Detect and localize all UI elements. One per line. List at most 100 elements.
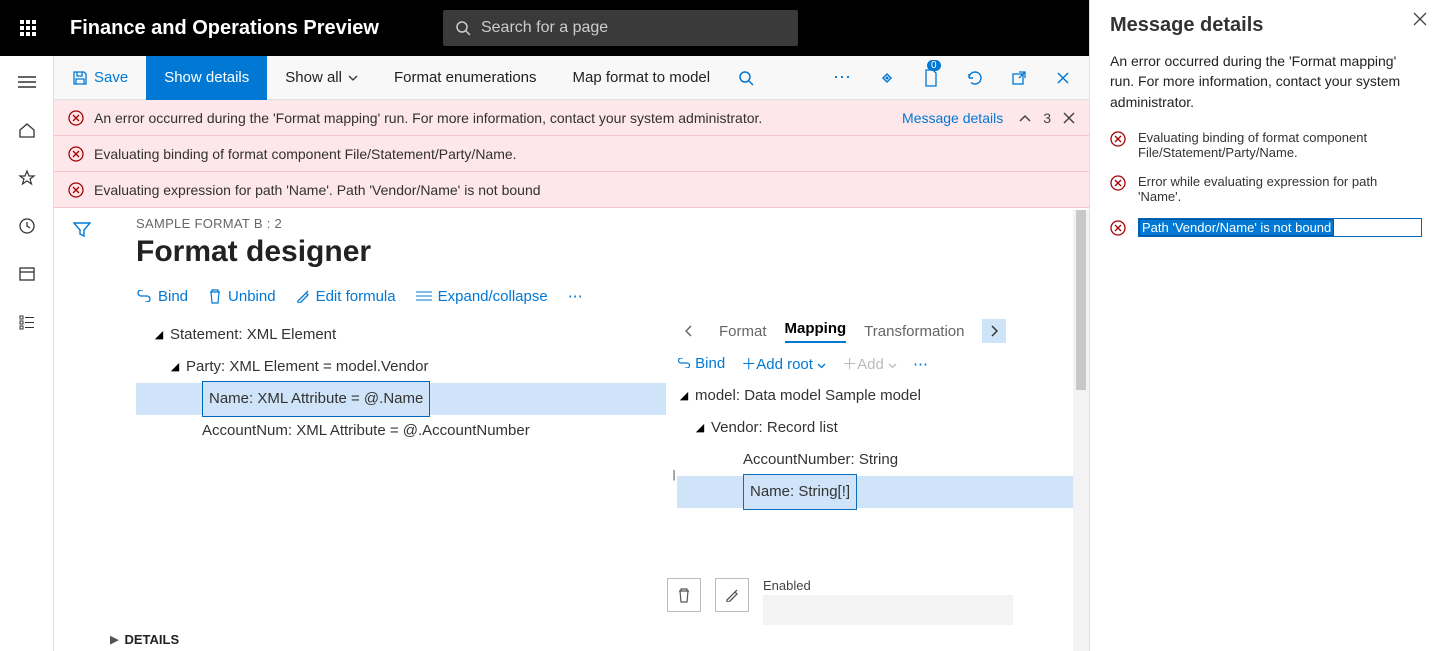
error-row-2[interactable]: Error while evaluating expression for pa… <box>1110 174 1423 204</box>
bind-label: Bind <box>695 355 725 372</box>
document-icon <box>923 69 939 87</box>
pencil-icon <box>296 289 310 303</box>
add-root-label: Add root <box>756 356 813 373</box>
home-button[interactable] <box>13 116 41 144</box>
add-button: ＋Add <box>842 353 897 374</box>
breadcrumb: SAMPLE FORMAT B : 2 <box>136 216 1089 231</box>
tabs-next[interactable] <box>982 319 1006 343</box>
error-row-3[interactable]: Path 'Vendor/Name' is not bound <box>1110 218 1423 237</box>
add-label: Add <box>857 356 884 373</box>
edit-formula-button[interactable]: Edit formula <box>296 288 396 305</box>
more-button[interactable]: ⋯ <box>568 287 585 305</box>
tree-node-accountnum[interactable]: AccountNum: XML Attribute = @.AccountNum… <box>136 415 666 447</box>
chevron-up-icon[interactable] <box>1019 114 1031 122</box>
options-button[interactable] <box>873 64 901 92</box>
error-text-2: Evaluating binding of format component F… <box>94 146 517 162</box>
ellipsis-icon: ⋯ <box>833 67 853 88</box>
ellipsis-icon: ⋯ <box>913 356 930 373</box>
tree-node-statement[interactable]: ◢Statement: XML Element <box>136 319 666 351</box>
error-banner-2: Evaluating binding of format component F… <box>54 136 1089 172</box>
attachments-count: 0 <box>927 60 941 71</box>
chevron-down-icon <box>348 75 358 81</box>
format-enumerations-button[interactable]: Format enumerations <box>376 56 555 100</box>
delete-property-button[interactable] <box>667 578 701 612</box>
bind-button-right[interactable]: Bind <box>677 355 725 372</box>
add-root-button[interactable]: ＋Add root <box>741 353 826 374</box>
tabs-prev[interactable] <box>677 319 701 343</box>
ellipsis-icon: ⋯ <box>568 287 585 305</box>
message-details-link[interactable]: Message details <box>902 110 1003 126</box>
error-icon <box>68 110 84 126</box>
close-icon[interactable] <box>1063 112 1075 124</box>
error-icon <box>1110 131 1126 147</box>
error-icon <box>68 146 84 162</box>
tree-node-vendor-name[interactable]: Name: String[!] <box>677 476 1089 508</box>
mapping-toolbar: Bind ＋Add root ＋Add ⋯ <box>677 353 1089 374</box>
designer-toolbar: Bind Unbind Edit formula Expand/collapse… <box>136 287 1089 305</box>
tree-node-account-number[interactable]: AccountNumber: String <box>677 444 1089 476</box>
recent-button[interactable] <box>13 212 41 240</box>
error-row-1[interactable]: Evaluating binding of format component F… <box>1110 130 1423 160</box>
chevron-right-icon: ▶ <box>110 633 118 646</box>
error-row-text: Evaluating binding of format component F… <box>1138 130 1423 160</box>
popout-button[interactable] <box>1005 64 1033 92</box>
search-box[interactable]: Search for a page <box>443 10 798 46</box>
refresh-button[interactable] <box>961 64 989 92</box>
format-enum-label: Format enumerations <box>394 69 537 86</box>
save-button[interactable]: Save <box>54 56 146 100</box>
error-icon <box>1110 220 1126 236</box>
find-button[interactable] <box>728 56 764 100</box>
tree-node-model[interactable]: ◢model: Data model Sample model <box>677 380 1089 412</box>
scrollbar-thumb[interactable] <box>1076 210 1086 390</box>
bind-button[interactable]: Bind <box>136 288 188 305</box>
panel-close-button[interactable] <box>1413 12 1427 26</box>
home-icon <box>18 121 36 139</box>
attachments-button[interactable]: 0 <box>917 64 945 92</box>
node-label: Name: String[!] <box>743 474 857 510</box>
error-icon <box>68 182 84 198</box>
diamond-icon <box>878 69 896 87</box>
expand-label: Expand/collapse <box>438 288 548 305</box>
property-label: Enabled <box>763 578 1013 593</box>
filter-button[interactable] <box>73 222 91 651</box>
error-row-text: Path 'Vendor/Name' is not bound <box>1139 219 1334 236</box>
save-icon <box>72 70 88 86</box>
tab-format[interactable]: Format <box>719 323 767 340</box>
tab-mapping[interactable]: Mapping <box>785 320 847 343</box>
trash-icon <box>677 587 691 603</box>
modules-button[interactable] <box>13 308 41 336</box>
details-expander[interactable]: ▶ DETAILS <box>110 632 179 647</box>
more-button[interactable]: ⋯ <box>913 355 930 373</box>
property-input[interactable] <box>763 595 1013 625</box>
content-scrollbar[interactable] <box>1073 210 1089 651</box>
overflow-button[interactable]: ⋯ <box>829 64 857 92</box>
tab-transformations[interactable]: Transformations <box>864 323 964 340</box>
designer-area: SAMPLE FORMAT B : 2 Format designer Bind… <box>110 210 1089 651</box>
show-all-button[interactable]: Show all <box>267 56 376 100</box>
list-icon <box>416 290 432 302</box>
hamburger-icon <box>18 75 36 89</box>
workspaces-button[interactable] <box>13 260 41 288</box>
expand-collapse-button[interactable]: Expand/collapse <box>416 288 548 305</box>
nav-expand-button[interactable] <box>13 68 41 96</box>
node-label: AccountNumber: String <box>743 444 898 476</box>
unbind-button[interactable]: Unbind <box>208 288 276 305</box>
tree-node-vendor[interactable]: ◢Vendor: Record list <box>677 412 1089 444</box>
message-details-panel: Message details An error occurred during… <box>1089 0 1443 651</box>
waffle-icon <box>20 20 36 36</box>
waffle-button[interactable] <box>0 20 56 36</box>
favorites-button[interactable] <box>13 164 41 192</box>
close-button[interactable] <box>1049 64 1077 92</box>
node-label: AccountNum: XML Attribute = @.AccountNum… <box>202 415 530 447</box>
pencil-icon <box>725 588 739 602</box>
edit-property-button[interactable] <box>715 578 749 612</box>
tree-node-name[interactable]: Name: XML Attribute = @.Name <box>136 383 666 415</box>
property-bar: Enabled <box>667 578 1069 625</box>
edit-formula-label: Edit formula <box>316 288 396 305</box>
map-format-button[interactable]: Map format to model <box>555 56 729 100</box>
popout-icon <box>1011 70 1027 86</box>
error-text-1: An error occurred during the 'Format map… <box>94 110 762 126</box>
mapping-tabs: Format Mapping Transformations <box>677 319 1089 343</box>
show-details-button[interactable]: Show details <box>146 56 267 100</box>
tree-node-party[interactable]: ◢Party: XML Element = model.Vendor <box>136 351 666 383</box>
